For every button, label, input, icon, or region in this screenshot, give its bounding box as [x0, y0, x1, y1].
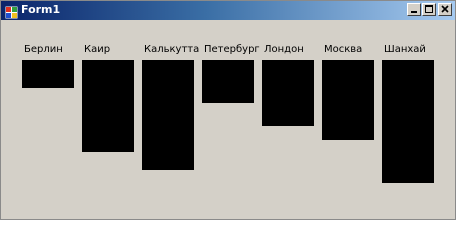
bar: [322, 60, 374, 140]
city-label: Лондон: [264, 44, 304, 55]
minimize-button[interactable]: [407, 3, 421, 16]
close-icon: [441, 5, 449, 13]
city-label: Калькутта: [144, 44, 200, 55]
title-bar[interactable]: Form1: [1, 1, 455, 20]
form-client-area: Берлин Каир Калькутта Петербург Лондон Москва…: [3, 21, 453, 217]
city-label: Берлин: [24, 44, 63, 55]
window-title: Form1: [21, 3, 61, 16]
bar: [382, 60, 434, 183]
bar: [82, 60, 134, 152]
close-button[interactable]: [438, 3, 452, 16]
city-label: Петербург: [204, 44, 260, 55]
city-label: Москва: [324, 44, 363, 55]
maximize-icon: [425, 5, 433, 13]
bar: [142, 60, 194, 170]
bar: [202, 60, 254, 103]
city-label: Каир: [84, 44, 111, 55]
bar: [22, 60, 74, 88]
bar: [262, 60, 314, 126]
city-label: Шанхай: [384, 44, 426, 55]
maximize-button[interactable]: [422, 3, 436, 16]
minimize-icon: [411, 11, 417, 13]
form-icon[interactable]: [4, 4, 19, 20]
window: Form1 Берлин Каир Калькутта Петербург Лондон…: [0, 0, 456, 220]
